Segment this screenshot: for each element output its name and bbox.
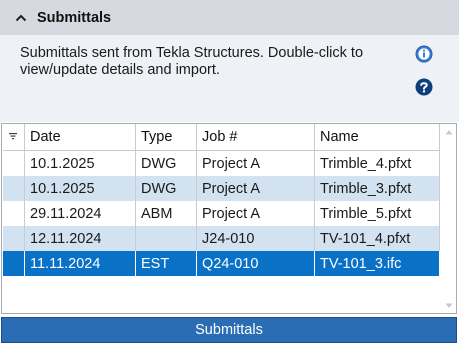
table-row[interactable]: 10.1.2025 DWG Project A Trimble_4.pfxt [2,150,440,176]
description-area: Submittals sent from Tekla Structures. D… [0,35,459,122]
table-row[interactable]: 12.11.2024 J24-010 TV-101_4.pfxt [2,226,440,251]
submittals-panel: Submittals Submittals sent from Tekla St… [0,0,459,349]
chevron-up-icon[interactable] [14,11,28,25]
cell-name: Trimble_4.pfxt [314,150,440,176]
submittals-section-header[interactable]: Submittals [0,0,459,35]
help-icon[interactable] [415,78,433,96]
cell-date: 10.1.2025 [24,150,136,176]
table-row-selected[interactable]: 11.11.2024 EST Q24-010 TV-101_3.ifc [2,251,440,276]
row-indicator [2,150,25,176]
row-indicator [2,226,25,251]
cell-name: Trimble_5.pfxt [314,201,440,226]
table-row[interactable]: 10.1.2025 DWG Project A Trimble_3.pfxt [2,176,440,201]
cell-type: DWG [135,150,197,176]
scroll-up-arrow-icon[interactable] [445,128,453,136]
cell-name: Trimble_3.pfxt [314,176,440,201]
column-header-date[interactable]: Date [24,124,136,151]
cell-type: DWG [135,176,197,201]
cell-name: TV-101_4.pfxt [314,226,440,251]
scroll-down-arrow-icon[interactable] [445,302,453,310]
table-header-row: Date Type Job # Name [2,124,440,151]
cell-type [135,226,197,251]
cell-date: 10.1.2025 [24,176,136,201]
cell-job: Project A [196,176,315,201]
cell-job: Project A [196,150,315,176]
row-indicator [2,176,25,201]
column-header-job[interactable]: Job # [196,124,315,151]
section-title: Submittals [37,9,112,26]
column-header-name[interactable]: Name [314,124,440,151]
cell-date: 12.11.2024 [24,226,136,251]
submittals-table: Date Type Job # Name 10.1.2025 DWG Proje… [1,123,457,314]
column-header-type[interactable]: Type [135,124,197,151]
filter-icon[interactable] [2,124,25,151]
cell-job: Project A [196,201,315,226]
info-icon[interactable] [415,45,433,63]
cell-type: EST [135,251,197,276]
row-indicator [2,251,25,276]
cell-job: Q24-010 [196,251,315,276]
table-row[interactable]: 29.11.2024 ABM Project A Trimble_5.pfxt [2,201,440,226]
row-indicator [2,201,25,226]
cell-job: J24-010 [196,226,315,251]
submittals-button[interactable]: Submittals [1,317,457,343]
cell-type: ABM [135,201,197,226]
cell-date: 29.11.2024 [24,201,136,226]
description-text: Submittals sent from Tekla Structures. D… [20,45,364,78]
vertical-scrollbar[interactable] [442,124,456,313]
cell-date: 11.11.2024 [24,251,136,276]
cell-name: TV-101_3.ifc [314,251,440,276]
